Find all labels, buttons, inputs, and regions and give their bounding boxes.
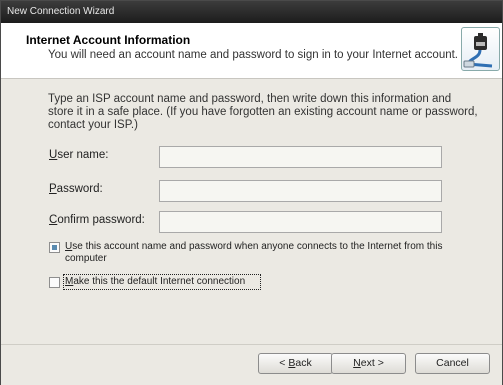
window-title: New Connection Wizard	[7, 6, 115, 17]
wizard-window: New Connection Wizard Internet Account I…	[0, 0, 503, 385]
password-input[interactable]	[159, 180, 442, 202]
password-label: Password:	[49, 183, 103, 195]
title-bar[interactable]: New Connection Wizard	[1, 1, 502, 23]
cancel-button[interactable]: Cancel	[415, 353, 490, 374]
use-for-all-users-checkbox[interactable]	[49, 242, 60, 253]
network-cable-icon	[461, 27, 500, 71]
confirm-password-label: Confirm password:	[49, 214, 145, 226]
default-connection-label: Make this the default Internet connectio…	[63, 274, 261, 290]
wizard-content: Type an ISP account name and password, t…	[1, 79, 502, 344]
username-label: User name:	[49, 149, 109, 161]
page-subtitle: You will need an account name and passwo…	[48, 49, 459, 61]
next-button[interactable]: Next >	[331, 353, 406, 374]
wizard-header: Internet Account Information You will ne…	[1, 23, 502, 79]
default-connection-checkbox[interactable]	[49, 277, 60, 288]
intro-text: Type an ISP account name and password, t…	[48, 93, 478, 131]
use-for-all-users-option[interactable]: Use this account name and password when …	[49, 241, 449, 266]
default-connection-option[interactable]: Make this the default Internet connectio…	[49, 274, 261, 290]
username-input[interactable]	[159, 146, 442, 168]
page-title: Internet Account Information	[26, 33, 191, 47]
wizard-footer: < Back Next > Cancel	[1, 344, 502, 385]
confirm-password-input[interactable]	[159, 211, 442, 233]
use-for-all-users-label: Use this account name and password when …	[65, 241, 443, 264]
back-button[interactable]: < Back	[258, 353, 333, 374]
